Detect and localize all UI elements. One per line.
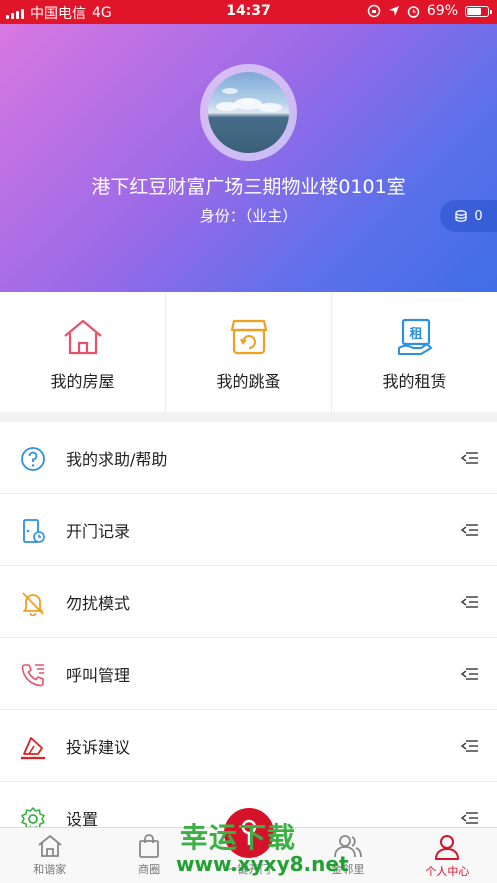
person-icon (435, 835, 460, 860)
help-icon (21, 447, 45, 471)
market-icon (230, 319, 267, 355)
tab-label: 商圈 (138, 863, 161, 876)
menu-label: 投诉建议 (66, 737, 131, 757)
points-count: 0 (474, 208, 483, 224)
alarm-icon (407, 5, 420, 18)
shortcut-label: 我的租赁 (382, 372, 447, 391)
address-title: 港下红豆财富广场三期物业楼0101室 (91, 176, 406, 198)
menu-item-help[interactable]: 我的求助/帮助 (0, 422, 497, 494)
tab-personal-center[interactable]: 个人中心 (398, 828, 497, 883)
shortcut-my-house[interactable]: 我的房屋 (0, 292, 166, 412)
location-icon (388, 6, 399, 16)
collapse-icon (461, 451, 478, 464)
coins-icon (455, 210, 468, 222)
points-badge[interactable]: 0 (440, 200, 497, 232)
key-icon (241, 819, 257, 845)
home-icon (38, 834, 62, 857)
collapse-icon (461, 595, 478, 608)
phone-icon (21, 664, 44, 687)
rent-icon: 租 (397, 318, 432, 355)
tab-neighbors[interactable]: 金邻里 (298, 828, 397, 883)
battery-percent: 69% (426, 3, 458, 19)
menu-label: 我的求助/帮助 (66, 449, 168, 469)
one-key-open-button[interactable] (224, 808, 274, 858)
neighbors-icon (334, 835, 362, 858)
shortcut-my-market[interactable]: 我的跳蚤 (166, 292, 332, 412)
collapse-icon (461, 523, 478, 536)
tab-harmony-home[interactable]: 和谐家 (0, 828, 99, 883)
screen-lock-icon (367, 4, 381, 18)
tab-label: 金邻里 (331, 863, 365, 876)
shortcut-label: 我的房屋 (50, 372, 115, 391)
tab-label: 一键开门 (226, 863, 271, 876)
battery-icon (465, 5, 492, 17)
collapse-icon (461, 739, 478, 752)
menu-item-complaint[interactable]: 投诉建议 (0, 710, 497, 782)
menu-item-do-not-disturb[interactable]: 勿扰模式 (0, 566, 497, 638)
svg-text:租: 租 (409, 327, 422, 342)
shortcut-label: 我的跳蚤 (216, 372, 281, 391)
menu-item-call-management[interactable]: 呼叫管理 (0, 638, 497, 710)
identity-label: 身份：（业主） (199, 207, 298, 225)
menu-label: 呼叫管理 (66, 665, 131, 685)
shortcut-grid: 我的房屋 我的跳蚤 租 我的租赁 (0, 292, 497, 412)
menu-label: 勿扰模式 (66, 593, 131, 613)
door-record-icon (23, 519, 45, 543)
avatar[interactable] (200, 64, 297, 161)
menu-label: 设置 (66, 809, 99, 829)
complaint-icon (21, 737, 45, 760)
shortcut-my-rental[interactable]: 租 我的租赁 (332, 292, 497, 412)
menu-item-door-record[interactable]: 开门记录 (0, 494, 497, 566)
profile-header: 港下红豆财富广场三期物业楼0101室 身份：（业主） 0 (0, 24, 497, 292)
settings-menu: 我的求助/帮助 开门记录 勿扰模式 呼叫管理 投诉建议 设置 (0, 422, 497, 854)
bell-off-icon (22, 592, 44, 616)
status-bar: 中国电信 4G 14:37 69% (0, 0, 497, 24)
tab-business-circle[interactable]: 商圈 (99, 828, 198, 883)
avatar-image (208, 72, 289, 153)
menu-label: 开门记录 (66, 521, 131, 541)
collapse-icon (461, 667, 478, 680)
house-icon (63, 319, 102, 355)
shopping-bag-icon (139, 834, 160, 858)
tab-label: 和谐家 (33, 863, 67, 876)
tab-label: 个人中心 (425, 865, 470, 878)
collapse-icon (461, 811, 478, 824)
